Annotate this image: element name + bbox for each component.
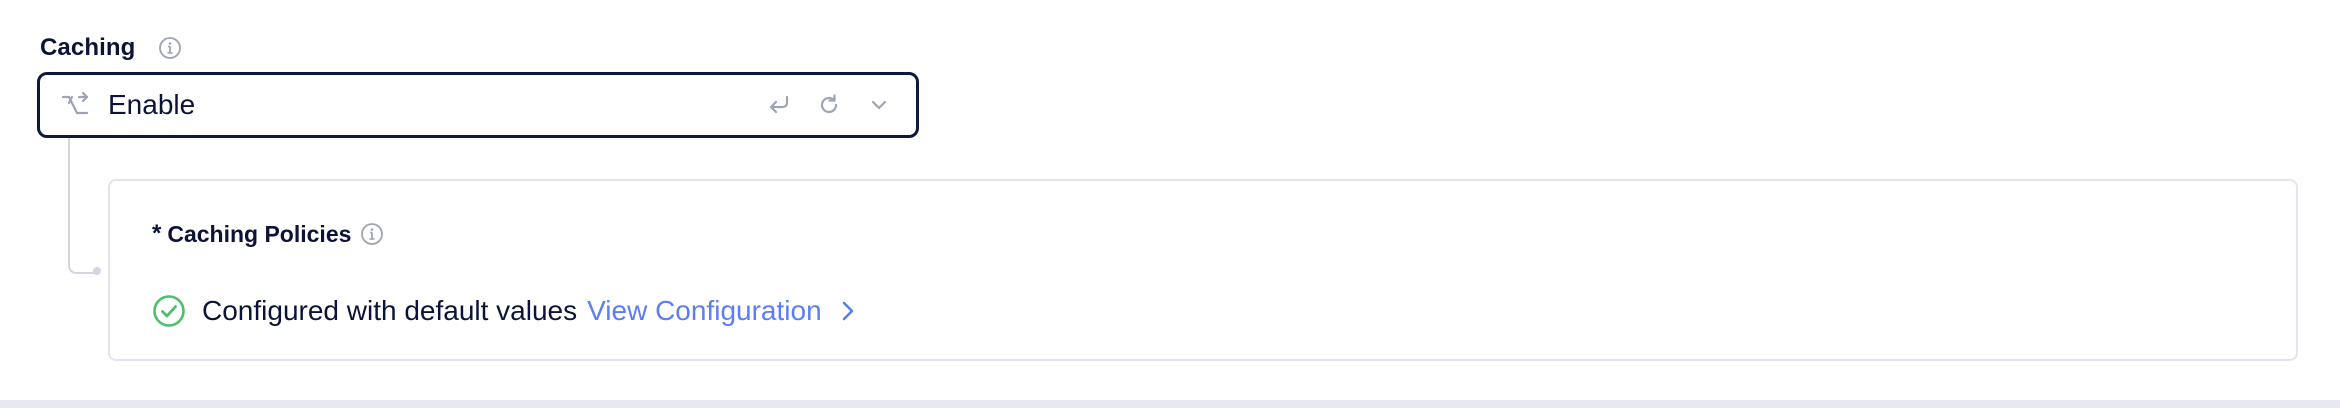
policy-label-row: * Caching Policies bbox=[152, 217, 385, 251]
check-circle-icon bbox=[152, 294, 186, 328]
policy-label: Caching Policies bbox=[167, 220, 352, 247]
status-text: Configured with default values bbox=[202, 295, 578, 326]
caching-select[interactable]: Enable bbox=[37, 72, 919, 138]
info-icon[interactable] bbox=[359, 221, 385, 247]
section-title: Caching bbox=[40, 34, 136, 61]
chevron-right-icon[interactable] bbox=[836, 296, 860, 326]
status-row: Configured with default values View Conf… bbox=[152, 291, 860, 331]
select-actions bbox=[744, 90, 894, 120]
bottom-divider bbox=[0, 400, 2340, 408]
tree-connector-line bbox=[68, 138, 98, 274]
info-icon[interactable] bbox=[157, 35, 183, 61]
refresh-icon[interactable] bbox=[814, 90, 844, 120]
required-marker: * bbox=[152, 220, 162, 247]
undo-icon[interactable] bbox=[764, 90, 794, 120]
tree-connector-dot bbox=[93, 267, 101, 275]
caching-settings-panel: Caching Enable * Caching Policies Config… bbox=[0, 0, 2340, 408]
section-header: Caching bbox=[40, 30, 183, 66]
view-configuration-link[interactable]: View Configuration bbox=[587, 295, 822, 327]
branch-icon bbox=[58, 88, 92, 122]
chevron-down-icon[interactable] bbox=[864, 90, 894, 120]
select-value: Enable bbox=[108, 89, 196, 120]
caching-policies-card: * Caching Policies Configured with defau… bbox=[108, 179, 2298, 361]
